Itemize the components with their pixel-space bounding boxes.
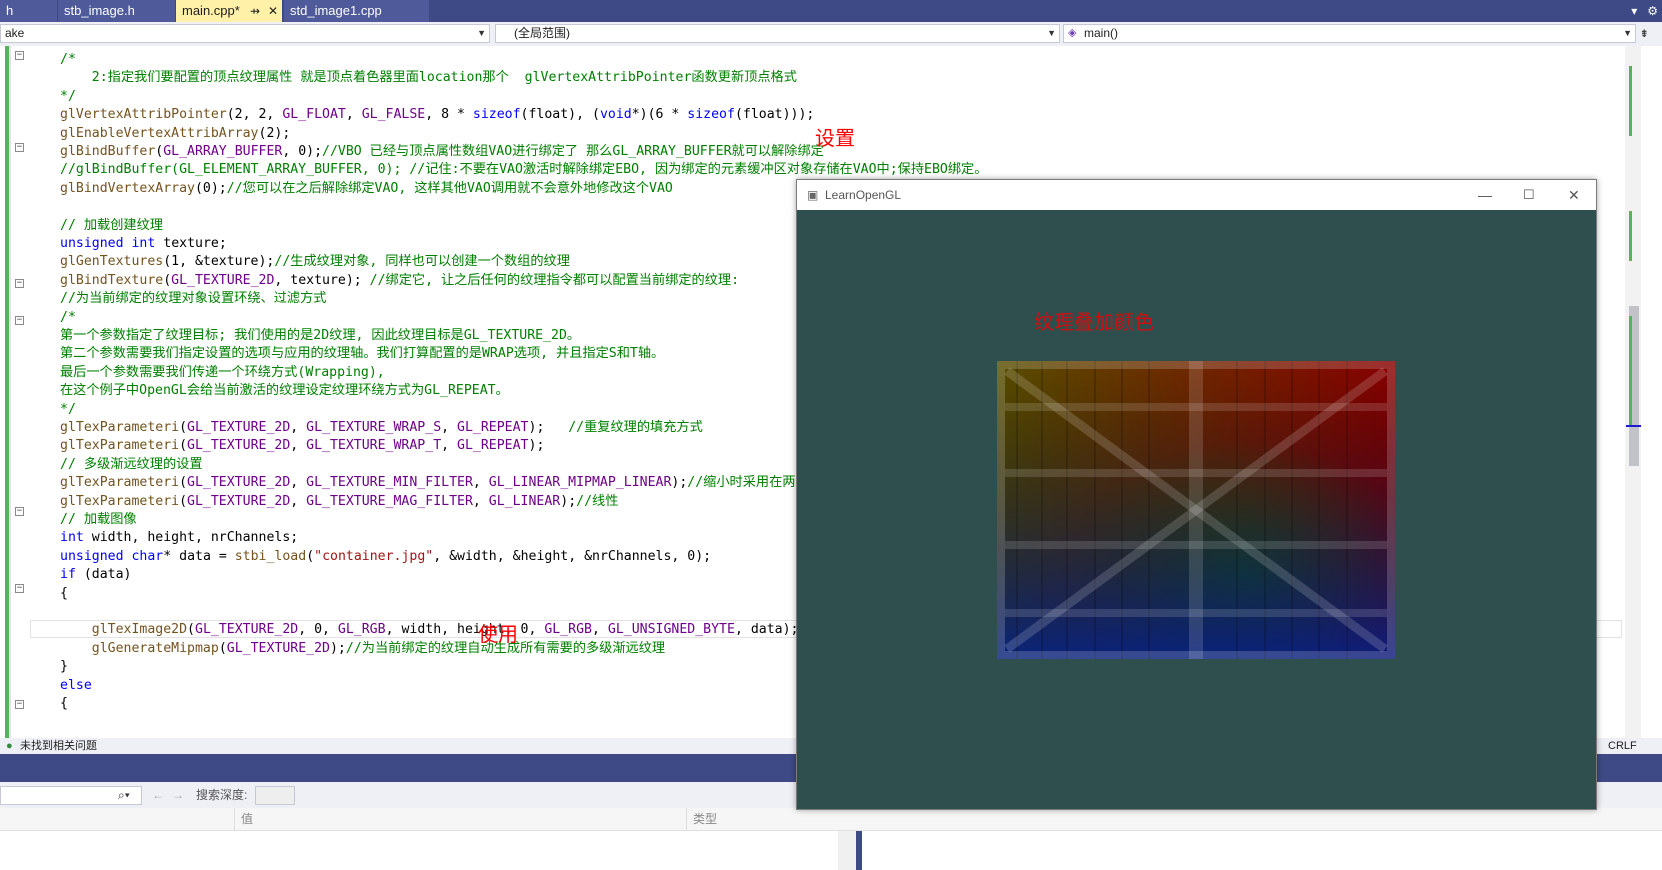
annotation-use: 使用	[478, 622, 518, 646]
app-icon: ▣	[807, 188, 819, 202]
scroll-caret-mark	[1626, 425, 1641, 427]
code-line: */	[60, 88, 76, 104]
close-icon[interactable]: ✕	[1568, 180, 1580, 210]
annotation-set: 设置	[815, 126, 855, 150]
code-line: glTexParameteri(GL_TEXTURE_2D, GL_TEXTUR…	[60, 493, 619, 509]
fold-toggle[interactable]: −	[15, 507, 24, 516]
fold-toggle[interactable]: −	[15, 584, 24, 593]
chevron-down-icon: ▼	[1623, 28, 1632, 38]
scroll-change-mark	[1629, 66, 1632, 136]
navigation-bar: ake ▼ (全局范围) ▼ ◈ main() ▼ ⇟	[0, 22, 1662, 47]
document-tab-bar: h stb_image.h main.cpp* ⇸ ✕ std_image1.c…	[0, 0, 1662, 22]
scope-label: (全局范围)	[514, 26, 570, 40]
chevron-down-icon: ▼	[1047, 28, 1056, 38]
tab-label: h	[6, 3, 14, 18]
code-line: glGenerateMipmap(GL_TEXTURE_2D);//为当前绑定的…	[91, 640, 666, 656]
split-icon[interactable]: ⇟	[1640, 25, 1648, 41]
code-line: // 多级渐远纹理的设置	[60, 456, 203, 472]
tab-stb-image-h[interactable]: stb_image.h	[58, 0, 176, 22]
tab-std-image1-cpp[interactable]: std_image1.cpp	[284, 0, 430, 22]
code-line: glTexParameteri(GL_TEXTURE_2D, GL_TEXTUR…	[60, 438, 545, 454]
code-line: {	[60, 696, 68, 711]
window-title: LearnOpenGL	[825, 188, 902, 202]
code-line: unsigned int texture;	[60, 236, 227, 251]
method-icon: ◈	[1068, 27, 1077, 39]
code-line: // 加载创建纹理	[60, 217, 163, 233]
fold-toggle[interactable]: −	[15, 279, 24, 288]
line-ending[interactable]: CRLF	[1608, 738, 1637, 754]
column-header-type[interactable]: 类型	[686, 808, 717, 830]
code-line: glGenTextures(1, &texture);//生成纹理对象, 同样也…	[60, 254, 570, 270]
code-line: //glBindBuffer(GL_ELEMENT_ARRAY_BUFFER, …	[60, 162, 988, 178]
code-line: glVertexAttribPointer(2, 2, GL_FLOAT, GL…	[60, 107, 815, 123]
code-line: glBindVertexArray(0);//您可以在之后解除绑定VAO, 这样…	[60, 180, 673, 196]
fold-toggle[interactable]: −	[15, 143, 24, 152]
code-line: 2:指定我们要配置的顶点纹理属性 就是顶点着色器里面location那个 glV…	[60, 70, 797, 86]
search-depth-label: 搜索深度:	[196, 788, 248, 802]
project-label: ake	[5, 26, 25, 40]
search-icon[interactable]: ⌕▾	[118, 782, 130, 808]
check-icon: ●	[6, 740, 13, 752]
gear-icon[interactable]: ⚙	[1647, 4, 1658, 18]
code-line: 第一个参数指定了纹理目标; 我们使用的是2D纹理, 因此纹理目标是GL_TEXT…	[60, 328, 581, 343]
tab-main-cpp[interactable]: main.cpp* ⇸ ✕	[176, 0, 282, 22]
panel-scrollbar[interactable]	[838, 831, 856, 870]
code-line: // 加载图像	[60, 512, 137, 527]
code-line: glTexImage2D(GL_TEXTURE_2D, 0, GL_RGB, w…	[91, 622, 799, 638]
code-line: {	[60, 585, 68, 601]
close-icon[interactable]: ✕	[268, 0, 278, 22]
tab-label: main.cpp*	[182, 3, 240, 18]
code-line: unsigned char* data = stbi_load("contain…	[60, 548, 712, 564]
tab-partial[interactable]: h	[0, 0, 58, 22]
code-line: glEnableVertexAttribArray(2);	[60, 125, 291, 141]
chevron-down-icon: ▼	[477, 28, 486, 38]
opengl-window[interactable]: ▣ LearnOpenGL — ☐ ✕ 纹理叠加颜色	[796, 179, 1597, 810]
code-line: /*	[60, 309, 76, 325]
code-line: glBindBuffer(GL_ARRAY_BUFFER, 0);//VBO 已…	[60, 144, 824, 159]
maximize-icon[interactable]: ☐	[1523, 180, 1535, 210]
member-label: main()	[1084, 26, 1119, 40]
code-line: /*	[60, 52, 76, 67]
fold-toggle[interactable]: −	[15, 51, 24, 60]
fold-toggle[interactable]: −	[15, 700, 24, 709]
code-line: 最后一个参数需要我们传递一个环绕方式(Wrapping),	[60, 364, 385, 380]
scroll-change-mark	[1629, 211, 1632, 261]
forward-arrow-icon[interactable]: →	[172, 782, 184, 808]
tab-label: stb_image.h	[64, 3, 135, 18]
panel-splitter[interactable]	[856, 831, 862, 870]
code-line: if (data)	[60, 567, 132, 583]
scope-dropdown[interactable]: (全局范围) ▼	[495, 24, 1060, 43]
panel-header: 值 类型	[0, 808, 1662, 831]
textured-crate-quad	[997, 361, 1395, 659]
code-line: glTexParameteri(GL_TEXTURE_2D, GL_TEXTUR…	[60, 475, 796, 491]
fold-toggle[interactable]: −	[15, 316, 24, 325]
pin-icon[interactable]: ⇸	[250, 0, 260, 22]
back-arrow-icon[interactable]: ←	[152, 782, 164, 808]
code-line: 第二个参数需要我们指定设置的选项与应用的纹理轴。我们打算配置的是WRAP选项, …	[60, 346, 665, 362]
member-dropdown[interactable]: ◈ main() ▼	[1063, 24, 1636, 43]
code-line: 在这个例子中OpenGL会给当前激活的纹理设定纹理环绕方式为GL_REPEAT。	[60, 383, 509, 399]
issues-status[interactable]: 未找到相关问题	[20, 738, 97, 754]
tab-label: std_image1.cpp	[290, 3, 382, 18]
code-line: }	[60, 659, 68, 675]
code-line: int width, height, nrChannels;	[60, 530, 299, 546]
code-line: else	[60, 677, 92, 693]
annotation-texture-color: 纹理叠加颜色	[1034, 310, 1154, 334]
gutter	[9, 46, 11, 738]
project-dropdown[interactable]: ake ▼	[0, 24, 490, 43]
chevron-down-icon[interactable]: ▾	[1631, 4, 1637, 18]
code-line: //为当前绑定的纹理对象设置环绕、过滤方式	[60, 291, 327, 307]
opengl-window-titlebar[interactable]: ▣ LearnOpenGL — ☐ ✕	[797, 180, 1596, 210]
tab-tools: ▾ ⚙	[1631, 0, 1658, 22]
code-line: glBindTexture(GL_TEXTURE_2D, texture); /…	[60, 272, 740, 288]
search-depth-select[interactable]	[255, 786, 295, 805]
column-header-value[interactable]: 值	[234, 808, 253, 830]
code-line: */	[60, 401, 76, 417]
panel-body	[0, 831, 1662, 870]
minimize-icon[interactable]: —	[1478, 180, 1492, 210]
code-line: glTexParameteri(GL_TEXTURE_2D, GL_TEXTUR…	[60, 420, 703, 435]
scroll-change-mark	[1629, 316, 1632, 426]
